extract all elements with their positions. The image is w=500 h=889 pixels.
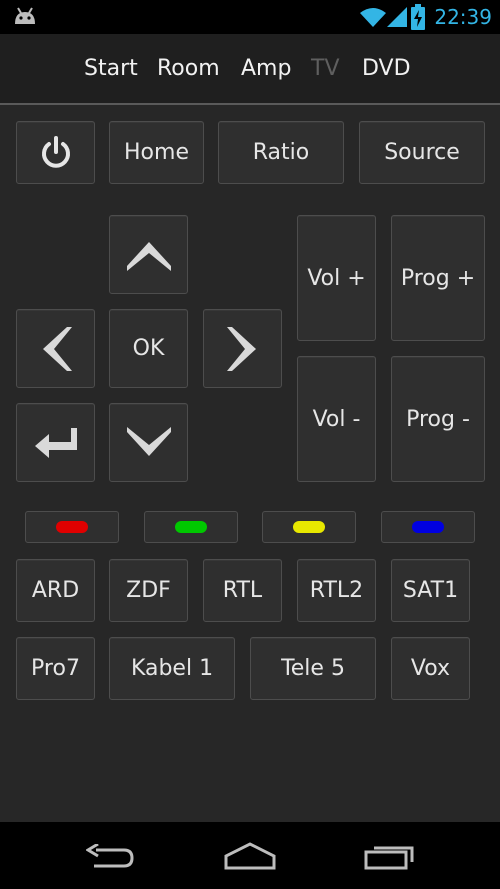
chevron-up-icon	[126, 241, 171, 271]
power-button[interactable]	[16, 121, 95, 184]
source-button[interactable]: Source	[359, 121, 485, 184]
android-icon	[15, 7, 35, 24]
wifi-icon	[360, 8, 386, 27]
chevron-left-icon	[42, 326, 72, 371]
status-bar: 22:39	[0, 0, 500, 34]
green-indicator	[175, 521, 207, 533]
vol-up-button[interactable]: Vol +	[297, 215, 376, 341]
yellow-button[interactable]	[262, 511, 356, 543]
system-nav-bar	[0, 822, 500, 889]
tab-dvd[interactable]: DVD	[362, 55, 411, 83]
green-button[interactable]	[144, 511, 238, 543]
power-icon	[41, 135, 70, 168]
signal-icon	[387, 7, 407, 27]
channel-zdf-button[interactable]: ZDF	[109, 559, 188, 622]
red-indicator	[56, 521, 88, 533]
channel-tele5-button[interactable]: Tele 5	[250, 637, 376, 700]
prog-down-button[interactable]: Prog -	[391, 356, 485, 482]
tab-room[interactable]: Room	[157, 55, 220, 83]
return-icon	[34, 427, 77, 458]
tab-amp[interactable]: Amp	[241, 55, 291, 83]
recents-icon[interactable]	[364, 842, 416, 870]
channel-kabel1-button[interactable]: Kabel 1	[109, 637, 235, 700]
home-icon[interactable]	[224, 842, 276, 870]
blue-indicator	[412, 521, 444, 533]
channel-ard-button[interactable]: ARD	[16, 559, 95, 622]
status-time: 22:39	[434, 5, 492, 29]
yellow-indicator	[293, 521, 325, 533]
ratio-button[interactable]: Ratio	[218, 121, 344, 184]
channel-rtl2-button[interactable]: RTL2	[297, 559, 376, 622]
chevron-down-icon	[126, 426, 171, 456]
home-button[interactable]: Home	[109, 121, 204, 184]
tab-start[interactable]: Start	[84, 55, 138, 83]
channel-sat1-button[interactable]: SAT1	[391, 559, 470, 622]
battery-charging-icon	[411, 4, 425, 30]
ok-button[interactable]: OK	[109, 309, 188, 388]
back-button[interactable]	[16, 403, 95, 482]
prog-up-button[interactable]: Prog +	[391, 215, 485, 341]
red-button[interactable]	[25, 511, 119, 543]
up-button[interactable]	[109, 215, 188, 294]
down-button[interactable]	[109, 403, 188, 482]
channel-vox-button[interactable]: Vox	[391, 637, 470, 700]
chevron-right-icon	[226, 326, 256, 371]
nav-divider	[0, 103, 500, 105]
tab-tv[interactable]: TV	[311, 55, 340, 83]
blue-button[interactable]	[381, 511, 475, 543]
right-button[interactable]	[203, 309, 282, 388]
left-button[interactable]	[16, 309, 95, 388]
channel-pro7-button[interactable]: Pro7	[16, 637, 95, 700]
vol-down-button[interactable]: Vol -	[297, 356, 376, 482]
channel-rtl-button[interactable]: RTL	[203, 559, 282, 622]
back-icon[interactable]	[86, 844, 136, 870]
